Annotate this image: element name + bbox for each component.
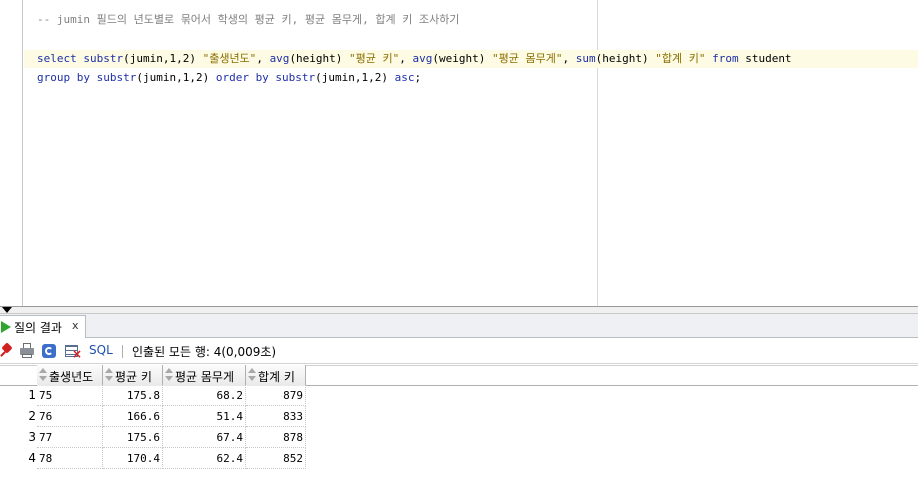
result-tabbar: 질의 결과 x bbox=[0, 314, 918, 338]
pin-icon[interactable] bbox=[0, 342, 16, 359]
fetch-status: 인출된 모든 행: 4(0,009초) bbox=[132, 345, 277, 359]
cell-birth-year[interactable]: 78 bbox=[37, 448, 103, 469]
alias-avg-weight: "평균 몸무게" bbox=[492, 52, 563, 65]
code-comment-line: -- jumin 필드의 년도별로 묶어서 학생의 평균 키, 평균 몸무게, … bbox=[37, 13, 460, 26]
code-comma: , bbox=[562, 52, 576, 65]
cell-birth-year[interactable]: 75 bbox=[37, 385, 103, 406]
code-args: (jumin,1,2) bbox=[315, 71, 395, 84]
cell-sum-height[interactable]: 852 bbox=[246, 448, 306, 469]
cell-avg-weight[interactable]: 67.4 bbox=[163, 427, 246, 448]
collapse-arrow-icon[interactable] bbox=[2, 307, 12, 313]
run-icon bbox=[1, 321, 11, 333]
column-header-sum-height[interactable]: 합계 키 bbox=[246, 365, 306, 386]
cell-avg-weight[interactable]: 62.4 bbox=[163, 448, 246, 469]
code-comma: , bbox=[399, 52, 413, 65]
table-row[interactable]: 2 76 166.6 51.4 833 bbox=[0, 406, 306, 427]
kw-from: from bbox=[705, 52, 739, 65]
kw-asc: asc bbox=[394, 71, 415, 84]
tab-query-result[interactable]: 질의 결과 x bbox=[0, 315, 86, 338]
sql-editor[interactable]: -- jumin 필드의 년도별로 묶어서 학생의 평균 키, 평균 몸무게, … bbox=[0, 0, 918, 306]
alias-sum-height: "합계 키" bbox=[655, 52, 706, 65]
sql-button[interactable]: SQL bbox=[89, 343, 113, 357]
code-args: (height) bbox=[595, 52, 656, 65]
result-toolbar: × SQL 인출된 모든 행: 4(0,009초) bbox=[0, 338, 918, 364]
code-table: student bbox=[738, 52, 792, 65]
cell-avg-height[interactable]: 175.6 bbox=[103, 427, 163, 448]
cell-avg-height[interactable]: 175.8 bbox=[103, 385, 163, 406]
refresh-icon[interactable] bbox=[41, 343, 57, 359]
kw-select-substr: select substr bbox=[37, 52, 124, 65]
row-number: 3 bbox=[28, 430, 36, 444]
result-grid: 출생년도 평균 키 평균 몸무게 합계 키 1 75 175.8 68.2 87… bbox=[0, 364, 918, 500]
column-header-avg-height[interactable]: 평균 키 bbox=[103, 365, 163, 386]
cell-sum-height[interactable]: 878 bbox=[246, 427, 306, 448]
cell-birth-year[interactable]: 76 bbox=[37, 406, 103, 427]
cell-avg-weight[interactable]: 68.2 bbox=[163, 385, 246, 406]
row-number: 4 bbox=[28, 451, 36, 465]
cell-birth-year[interactable]: 77 bbox=[37, 427, 103, 448]
code-args: (jumin,1,2) bbox=[123, 52, 203, 65]
cell-avg-weight[interactable]: 51.4 bbox=[163, 406, 246, 427]
code-semicolon: ; bbox=[414, 71, 422, 84]
table-row[interactable]: 1 75 175.8 68.2 879 bbox=[0, 385, 306, 406]
sort-icon bbox=[105, 367, 113, 382]
editor-margin-line bbox=[597, 0, 598, 306]
code-args: (height) bbox=[289, 52, 350, 65]
code-select-line: select substr(jumin,1,2) "출생년도", avg(hei… bbox=[37, 52, 792, 66]
print-icon[interactable] bbox=[19, 343, 35, 359]
cell-sum-height[interactable]: 879 bbox=[246, 385, 306, 406]
toolbar-separator bbox=[122, 345, 123, 358]
cell-sum-height[interactable]: 833 bbox=[246, 406, 306, 427]
code-args: (jumin,1,2) bbox=[136, 71, 216, 84]
code-args: (weight) bbox=[432, 52, 493, 65]
editor-gutter bbox=[22, 0, 23, 306]
sort-icon bbox=[165, 367, 173, 382]
clear-icon[interactable]: × bbox=[65, 343, 82, 360]
kw-avg: avg bbox=[412, 52, 433, 65]
panel-splitter[interactable] bbox=[0, 306, 918, 314]
cell-avg-height[interactable]: 166.6 bbox=[103, 406, 163, 427]
sort-icon bbox=[39, 367, 47, 382]
alias-avg-height: "평균 키" bbox=[349, 52, 400, 65]
table-row[interactable]: 3 77 175.6 67.4 878 bbox=[0, 427, 306, 448]
sort-icon bbox=[248, 367, 256, 382]
row-number: 2 bbox=[28, 409, 36, 423]
cell-avg-height[interactable]: 170.4 bbox=[103, 448, 163, 469]
tab-label: 질의 결과 bbox=[14, 321, 62, 335]
kw-group-by: group by substr bbox=[37, 71, 137, 84]
kw-avg: avg bbox=[269, 52, 290, 65]
column-header-birth-year[interactable]: 출생년도 bbox=[37, 365, 103, 386]
kw-order-by: order by substr bbox=[215, 71, 316, 84]
code-group-line: group by substr(jumin,1,2) order by subs… bbox=[37, 71, 421, 85]
row-number: 1 bbox=[28, 388, 36, 402]
kw-sum: sum bbox=[575, 52, 596, 65]
close-icon[interactable]: x bbox=[72, 319, 79, 332]
code-comma: , bbox=[256, 52, 270, 65]
table-row[interactable]: 4 78 170.4 62.4 852 bbox=[0, 448, 306, 469]
alias-birth-year: "출생년도" bbox=[202, 52, 257, 65]
column-header-avg-weight[interactable]: 평균 몸무게 bbox=[163, 365, 246, 386]
